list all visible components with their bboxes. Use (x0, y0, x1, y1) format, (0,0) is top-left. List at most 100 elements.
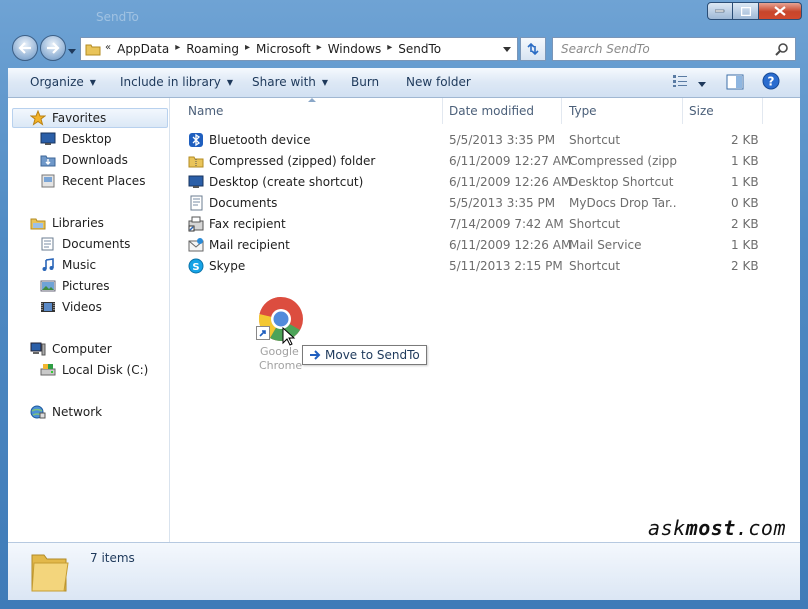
organize-menu[interactable]: Organize ▼ (30, 75, 96, 89)
refresh-button[interactable] (520, 37, 546, 61)
breadcrumb: « AppData ▸ Roaming ▸ Microsoft ▸ Window… (105, 42, 441, 56)
command-bar: Organize ▼ Include in library ▼ Share with… (8, 68, 800, 98)
column-header-date[interactable]: Date modified (449, 104, 534, 118)
sidebar-item-downloads[interactable]: Downloads (40, 152, 128, 168)
breadcrumb-separator-icon[interactable]: ▸ (317, 42, 322, 56)
file-row[interactable]: Fax recipient 7/14/2009 7:42 AM Shortcut… (186, 214, 786, 235)
navigation-pane: Favorites Desktop Downloads Recent Place… (8, 98, 170, 542)
sidebar-item-label: Local Disk (C:) (62, 363, 149, 377)
file-row[interactable]: Documents 5/5/2013 3:35 PM MyDocs Drop T… (186, 193, 786, 214)
file-size: 2 KB (731, 259, 759, 273)
column-header-size[interactable]: Size (689, 104, 714, 118)
music-icon (40, 257, 56, 273)
move-arrow-icon (310, 350, 321, 360)
file-size: 0 KB (731, 196, 759, 210)
include-in-library-menu[interactable]: Include in library ▼ (120, 75, 233, 89)
minimize-button[interactable] (707, 2, 733, 20)
search-icon[interactable] (775, 42, 789, 56)
back-button[interactable] (12, 35, 38, 61)
new-folder-button[interactable]: New folder (406, 75, 471, 89)
chevron-down-icon: ▼ (321, 78, 329, 87)
file-row[interactable]: Bluetooth device 5/5/2013 3:35 PM Shortc… (186, 130, 786, 151)
sidebar-item-label: Desktop (62, 132, 112, 146)
drag-tooltip: Move to SendTo (302, 345, 427, 365)
documents-icon (190, 195, 203, 211)
skype-icon: S (188, 258, 204, 274)
column-divider[interactable] (561, 98, 562, 124)
column-header-name[interactable]: Name (188, 104, 223, 118)
mail-icon (188, 238, 204, 252)
include-label: Include in library (120, 75, 221, 89)
sidebar-item-label: Computer (52, 342, 112, 356)
breadcrumb-windows[interactable]: Windows (328, 42, 382, 56)
file-type: MyDocs Drop Tar... (569, 196, 677, 210)
file-date: 5/5/2013 3:35 PM (449, 133, 556, 147)
dragged-label-line2: Chrome (259, 359, 303, 372)
documents-icon (40, 236, 56, 252)
sidebar-item-label: Pictures (62, 279, 110, 293)
sidebar-item-label: Network (52, 405, 103, 419)
sidebar-item-computer[interactable]: Computer (30, 341, 112, 357)
sidebar-item-libraries[interactable]: Libraries (30, 215, 104, 231)
sidebar-item-label: Recent Places (62, 174, 146, 188)
share-with-menu[interactable]: Share with ▼ (252, 75, 328, 89)
breadcrumb-appdata[interactable]: AppData (117, 42, 169, 56)
sidebar-item-favorites[interactable]: Favorites (30, 110, 106, 126)
title-bar[interactable]: SendTo (0, 0, 808, 32)
breadcrumb-separator-icon[interactable]: ▸ (387, 42, 392, 56)
file-row[interactable]: Compressed (zipped) folder 6/11/2009 12:… (186, 151, 786, 172)
content-area: Favorites Desktop Downloads Recent Place… (8, 98, 800, 542)
search-box[interactable]: Search SendTo (552, 37, 796, 61)
sidebar-item-recent-places[interactable]: Recent Places (40, 173, 145, 189)
breadcrumb-roaming[interactable]: Roaming (186, 42, 239, 56)
file-name: Desktop (create shortcut) (209, 175, 364, 189)
forward-button[interactable] (40, 35, 66, 61)
address-dropdown-icon[interactable] (503, 47, 511, 52)
sidebar-item-desktop[interactable]: Desktop (40, 131, 112, 147)
column-header-type[interactable]: Type (569, 104, 597, 118)
breadcrumb-separator-icon[interactable]: ▸ (245, 42, 250, 56)
breadcrumb-microsoft[interactable]: Microsoft (256, 42, 311, 56)
file-size: 1 KB (731, 175, 759, 189)
column-divider[interactable] (682, 98, 683, 124)
sidebar-item-music[interactable]: Music (40, 257, 96, 273)
file-name: Skype (209, 259, 246, 273)
recent-pages-dropdown[interactable] (68, 44, 76, 58)
breadcrumb-overflow[interactable]: « (105, 42, 111, 56)
videos-icon (40, 299, 56, 315)
sidebar-item-local-disk[interactable]: Local Disk (C:) (40, 362, 148, 378)
help-icon: ? (762, 72, 780, 90)
preview-pane-button[interactable] (726, 74, 744, 93)
file-row[interactable]: Mail recipient 6/11/2009 12:26 AM Mail S… (186, 235, 786, 256)
recent-places-icon (40, 173, 56, 189)
file-row[interactable]: S Skype 5/11/2013 2:15 PM Shortcut 2 KB (186, 256, 786, 277)
svg-text:?: ? (768, 75, 775, 89)
breadcrumb-sendto[interactable]: SendTo (398, 42, 441, 56)
maximize-button[interactable] (733, 2, 759, 20)
sidebar-item-label: Downloads (62, 153, 128, 167)
file-type: Shortcut (569, 259, 621, 273)
chevron-down-icon: ▼ (226, 78, 234, 87)
sidebar-item-pictures[interactable]: Pictures (40, 278, 110, 294)
watermark-part: .com (735, 516, 786, 540)
bluetooth-icon (189, 133, 203, 147)
address-bar[interactable]: « AppData ▸ Roaming ▸ Microsoft ▸ Window… (80, 37, 518, 61)
file-row[interactable]: Desktop (create shortcut) 6/11/2009 12:2… (186, 172, 786, 193)
preview-pane-icon (726, 74, 744, 90)
help-button[interactable]: ? (762, 72, 780, 93)
sidebar-item-network[interactable]: Network (30, 404, 102, 420)
change-view-button[interactable] (672, 74, 688, 91)
drag-tooltip-text: Move to SendTo (325, 348, 420, 362)
view-options-dropdown[interactable] (698, 76, 706, 90)
organize-label: Organize (30, 75, 84, 89)
file-type: Mail Service (569, 238, 642, 252)
file-name: Bluetooth device (209, 133, 311, 147)
breadcrumb-separator-icon[interactable]: ▸ (175, 42, 180, 56)
sidebar-item-videos[interactable]: Videos (40, 299, 102, 315)
close-button[interactable] (759, 2, 802, 20)
burn-button[interactable]: Burn (351, 75, 379, 89)
column-divider[interactable] (762, 98, 763, 124)
sidebar-item-documents[interactable]: Documents (40, 236, 130, 252)
sidebar-item-label: Favorites (52, 111, 107, 125)
column-divider[interactable] (442, 98, 443, 124)
